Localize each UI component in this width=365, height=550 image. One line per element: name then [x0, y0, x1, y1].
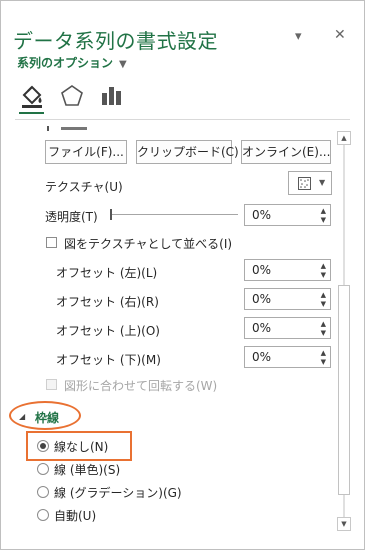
spin-down-icon[interactable]: ▼ — [321, 216, 326, 224]
automatic-line-radio[interactable] — [37, 509, 49, 521]
rotate-with-shape-checkbox[interactable] — [46, 379, 57, 390]
chevron-down-icon: ▼ — [319, 178, 326, 187]
pane-title: データ系列の書式設定 — [13, 29, 218, 53]
texture-label: テクスチャ(U) — [45, 180, 123, 194]
tile-texture-label: 図をテクスチャとして並べる(I) — [64, 237, 233, 251]
header-divider — [15, 119, 350, 120]
active-tab-indicator — [19, 112, 44, 114]
transparency-slider-track[interactable] — [112, 214, 238, 215]
scrollbar-thumb[interactable] — [338, 285, 350, 495]
spin-up-icon[interactable]: ▲ — [321, 349, 326, 357]
offset-left-value: 0% — [252, 263, 272, 277]
spin-down-icon[interactable]: ▼ — [321, 329, 326, 337]
scroll-down-icon[interactable]: ▼ — [337, 517, 351, 531]
offset-left-label: オフセット (左)(L) — [56, 266, 158, 280]
format-data-series-pane: データ系列の書式設定 ▾ ✕ 系列のオプション ▼ ファイル(F)... クリッ… — [0, 0, 365, 550]
expand-triangle-icon[interactable]: ◢ — [19, 412, 25, 421]
offset-bottom-label: オフセット (下)(M) — [56, 353, 161, 367]
offset-right-label: オフセット (右)(R) — [56, 295, 159, 309]
scroll-content: ファイル(F)... クリップボード(C) オンライン(E)... テクスチャ(… — [1, 125, 336, 545]
rotate-with-shape-label: 図形に合わせて回転する(W) — [64, 379, 218, 393]
texture-swatch-icon — [298, 177, 311, 190]
series-options-label: 系列のオプション — [17, 56, 114, 70]
offset-bottom-value: 0% — [252, 350, 272, 364]
fill-line-icon[interactable] — [19, 83, 45, 113]
no-line-label: 線なし(N) — [54, 440, 109, 454]
spin-down-icon[interactable]: ▼ — [321, 271, 326, 279]
spin-down-icon[interactable]: ▼ — [321, 300, 326, 308]
transparency-spinner[interactable]: 0% ▲ ▼ — [244, 204, 331, 226]
solid-line-radio[interactable] — [37, 463, 49, 475]
offset-right-spinner[interactable]: 0% ▲ ▼ — [244, 288, 331, 310]
automatic-line-label: 自動(U) — [54, 509, 97, 523]
effects-pentagon-icon[interactable] — [59, 83, 85, 113]
series-options-dropdown[interactable]: 系列のオプション ▼ — [17, 54, 127, 71]
close-icon[interactable]: ✕ — [334, 27, 346, 43]
clipboard-button[interactable]: クリップボード(C) — [136, 140, 239, 164]
solid-line-label: 線 (単色)(S) — [54, 463, 121, 477]
scroll-up-icon[interactable]: ▲ — [337, 131, 351, 145]
tile-texture-checkbox[interactable] — [46, 237, 57, 248]
offset-top-value: 0% — [252, 321, 272, 335]
offset-right-value: 0% — [252, 292, 272, 306]
spin-up-icon[interactable]: ▲ — [321, 207, 326, 215]
offset-top-label: オフセット (上)(O) — [56, 324, 160, 338]
file-button[interactable]: ファイル(F)... — [45, 140, 127, 164]
spin-down-icon[interactable]: ▼ — [321, 358, 326, 366]
spin-up-icon[interactable]: ▲ — [321, 291, 326, 299]
offset-top-spinner[interactable]: 0% ▲ ▼ — [244, 317, 331, 339]
transparency-label: 透明度(T) — [45, 210, 98, 224]
gradient-line-label: 線 (グラデーション)(G) — [54, 486, 182, 500]
texture-picker[interactable]: ▼ — [288, 171, 332, 195]
gradient-line-radio[interactable] — [37, 486, 49, 498]
series-options-bar-icon[interactable] — [99, 83, 125, 113]
vertical-scrollbar[interactable]: ▲ ▼ — [337, 131, 351, 531]
offset-left-spinner[interactable]: 0% ▲ ▼ — [244, 259, 331, 281]
online-button[interactable]: オンライン(E)... — [241, 140, 331, 164]
offset-bottom-spinner[interactable]: 0% ▲ ▼ — [244, 346, 331, 368]
spin-up-icon[interactable]: ▲ — [321, 262, 326, 270]
no-line-radio[interactable] — [37, 440, 49, 452]
clipped-row — [17, 125, 87, 131]
transparency-value: 0% — [252, 208, 272, 222]
spin-up-icon[interactable]: ▲ — [321, 320, 326, 328]
pane-options-dropdown-icon[interactable]: ▾ — [295, 29, 302, 44]
border-section-header[interactable]: 枠線 — [35, 409, 59, 426]
chevron-down-icon: ▼ — [119, 59, 127, 70]
